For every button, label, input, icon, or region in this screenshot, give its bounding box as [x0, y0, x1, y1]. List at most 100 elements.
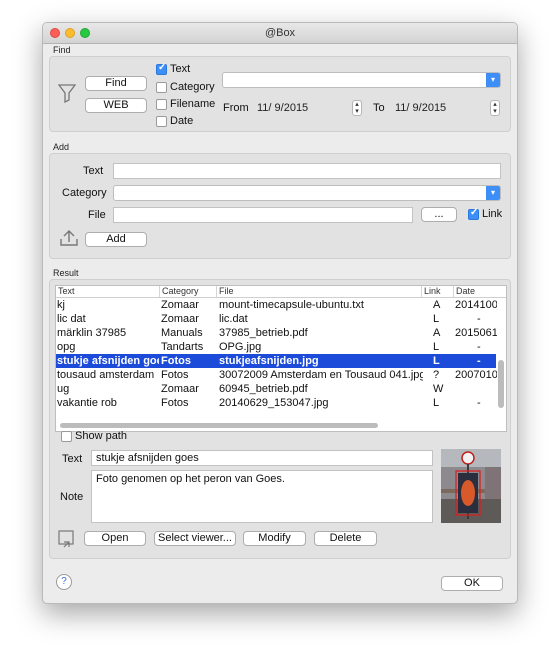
- date-checkbox[interactable]: [156, 116, 167, 127]
- add-text-field[interactable]: [113, 163, 501, 179]
- add-category-combo[interactable]: ▾: [113, 185, 501, 201]
- chevron-down-icon[interactable]: ▾: [486, 73, 500, 87]
- to-date-stepper[interactable]: ▴ ▾: [490, 100, 500, 116]
- upload-icon: [59, 229, 79, 250]
- column-header-link[interactable]: Link: [422, 286, 454, 297]
- from-date-field[interactable]: 11/ 9/2015: [257, 100, 347, 116]
- cell-text: tousaud amsterdam: [57, 369, 155, 381]
- cell-text: ug: [57, 383, 70, 395]
- find-button[interactable]: Find: [85, 76, 147, 91]
- result-text-field[interactable]: stukje afsnijden goes: [91, 450, 433, 466]
- cell-date: 2007010: [455, 369, 497, 381]
- modify-button[interactable]: Modify: [243, 531, 306, 546]
- date-checkbox-label: Date: [170, 115, 194, 127]
- link-checkbox[interactable]: [468, 207, 479, 220]
- table-row[interactable]: opg Tandarts OPG.jpg L -: [56, 340, 496, 354]
- show-path-label: Show path: [75, 430, 127, 442]
- text-checkbox[interactable]: [156, 62, 167, 75]
- result-table[interactable]: Text Category File Link Date kj Zomaar m…: [55, 285, 507, 432]
- cell-link: L: [433, 397, 440, 409]
- cell-text: lic dat: [57, 313, 86, 325]
- chevron-down-icon[interactable]: ▾: [486, 186, 500, 200]
- cell-link: A: [433, 299, 441, 311]
- table-header: Text Category File Link Date: [56, 286, 506, 298]
- cell-file: lic.dat: [219, 313, 248, 325]
- browse-button[interactable]: ...: [421, 207, 457, 222]
- category-checkbox-label: Category: [170, 81, 215, 93]
- table-row[interactable]: kj Zomaar mount-timecapsule-ubuntu.txt A…: [56, 298, 497, 312]
- text-checkbox-label: Text: [170, 63, 191, 75]
- add-section-label: Add: [53, 142, 70, 152]
- column-header-text[interactable]: Text: [56, 286, 160, 297]
- column-header-category[interactable]: Category: [160, 286, 217, 297]
- cell-file: 37985_betrieb.pdf: [219, 327, 308, 339]
- cell-date: -: [477, 313, 481, 325]
- cell-link: L: [433, 341, 440, 353]
- cell-text: opg: [57, 341, 76, 353]
- add-button[interactable]: Add: [85, 232, 147, 247]
- delete-button[interactable]: Delete: [314, 531, 377, 546]
- cell-category: Fotos: [161, 355, 191, 367]
- link-label: Link: [482, 208, 503, 220]
- to-date-field[interactable]: 11/ 9/2015: [395, 100, 485, 116]
- result-section-label: Result: [53, 268, 79, 278]
- table-row[interactable]: vakantie rob Fotos 20140629_153047.jpg L…: [56, 396, 496, 410]
- add-text-label: Text: [83, 165, 104, 177]
- cell-date: -: [477, 341, 481, 353]
- cell-date: -: [477, 355, 481, 367]
- filter-icon: [57, 83, 77, 106]
- table-row[interactable]: ug Zomaar 60945_betrieb.pdf W: [56, 382, 496, 396]
- find-section-label: Find: [53, 45, 71, 55]
- find-panel: Find WEB Text Category Filename Date ▾ F…: [49, 56, 511, 132]
- note-textarea[interactable]: Foto genomen op het peron van Goes.: [91, 470, 433, 523]
- vertical-scroll-thumb[interactable]: [498, 360, 504, 408]
- web-button[interactable]: WEB: [85, 98, 147, 113]
- title-bar: @Box: [43, 23, 517, 44]
- cell-file: 30072009 Amsterdam en Tousaud 041.jpg: [219, 369, 423, 381]
- cell-date: 2015061: [455, 327, 497, 339]
- cell-category: Fotos: [161, 369, 189, 381]
- cell-category: Fotos: [161, 397, 189, 409]
- cell-file: mount-timecapsule-ubuntu.txt: [219, 299, 364, 311]
- export-icon[interactable]: [58, 530, 76, 551]
- cell-text: kj: [57, 299, 65, 311]
- from-date-stepper[interactable]: ▴ ▾: [352, 100, 362, 116]
- category-checkbox[interactable]: [156, 82, 167, 93]
- cell-category: Tandarts: [161, 341, 204, 353]
- search-combo[interactable]: ▾: [222, 72, 501, 88]
- from-label: From: [223, 102, 249, 114]
- select-viewer-button[interactable]: Select viewer...: [154, 531, 236, 546]
- column-header-date[interactable]: Date: [454, 286, 506, 297]
- column-header-file[interactable]: File: [217, 286, 422, 297]
- cell-text: vakantie rob: [57, 397, 117, 409]
- result-text-label: Text: [62, 453, 83, 465]
- to-label: To: [373, 102, 385, 114]
- cell-category: Zomaar: [161, 299, 199, 311]
- horizontal-scroll-thumb[interactable]: [60, 423, 378, 428]
- help-icon[interactable]: ?: [56, 574, 72, 590]
- vertical-scrollbar[interactable]: [497, 298, 505, 418]
- cell-category: Zomaar: [161, 383, 199, 395]
- show-path-checkbox[interactable]: [61, 431, 72, 442]
- cell-category: Zomaar: [161, 313, 199, 325]
- ok-button[interactable]: OK: [441, 576, 503, 591]
- cell-link: W: [433, 383, 444, 395]
- cell-link: ?: [433, 369, 440, 381]
- cell-file: stukjeafsnijden.jpg: [219, 355, 319, 367]
- add-panel: Text Category ▾ File ... Link Add: [49, 153, 511, 259]
- cell-category: Manuals: [161, 327, 203, 339]
- table-row[interactable]: tousaud amsterdam Fotos 30072009 Amsterd…: [56, 368, 497, 382]
- table-row[interactable]: märklin 37985 Manuals 37985_betrieb.pdf …: [56, 326, 497, 340]
- cell-text: stukje afsnijden goes: [57, 355, 159, 367]
- cell-file: OPG.jpg: [219, 341, 262, 353]
- add-category-label: Category: [62, 187, 107, 199]
- table-row-selected[interactable]: stukje afsnijden goes Fotos stukjeafsnij…: [56, 354, 496, 368]
- table-row[interactable]: lic dat Zomaar lic.dat L -: [56, 312, 496, 326]
- add-file-field[interactable]: [113, 207, 413, 223]
- window-title: @Box: [264, 27, 296, 39]
- filename-checkbox-label: Filename: [170, 98, 216, 110]
- cell-date: 2014100: [455, 299, 497, 311]
- add-file-label: File: [88, 209, 106, 221]
- filename-checkbox[interactable]: [156, 99, 167, 110]
- open-button[interactable]: Open: [84, 531, 146, 546]
